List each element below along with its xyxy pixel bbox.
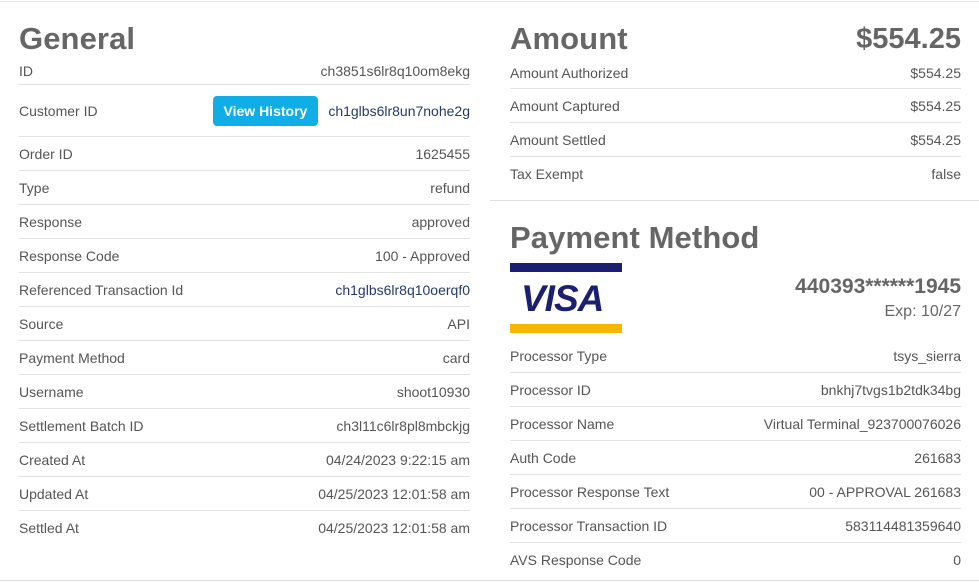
- row-type: Type refund: [19, 171, 470, 205]
- row-referenced-transaction: Referenced Transaction Id ch1glbs6lr8q10…: [19, 273, 470, 307]
- row-value: Virtual Terminal_923700076026: [763, 415, 961, 432]
- payment-method-title: Payment Method: [510, 220, 760, 255]
- section-divider: [490, 200, 979, 201]
- row-label: Response Code: [19, 247, 120, 264]
- payment-method-panel: Payment Method VISA 440393******1945 Exp…: [510, 219, 961, 577]
- payment-rows: Processor Type tsys_sierra Processor ID …: [510, 339, 961, 577]
- row-label: Processor Type: [510, 347, 608, 364]
- row-response-code: Response Code 100 - Approved: [19, 239, 470, 273]
- row-created-at: Created At 04/24/2023 9:22:15 am: [19, 443, 470, 477]
- row-payment-method: Payment Method card: [19, 341, 470, 375]
- row-processor-name: Processor Name Virtual Terminal_92370007…: [510, 407, 961, 441]
- row-value: ch3l11c6lr8pl8mbckjg: [336, 417, 470, 434]
- row-username: Username shoot10930: [19, 375, 470, 409]
- row-value: $554.25: [910, 131, 961, 148]
- row-amount-captured: Amount Captured $554.25: [510, 89, 961, 123]
- row-value: shoot10930: [396, 383, 470, 400]
- row-source: Source API: [19, 307, 470, 341]
- row-label: Processor ID: [510, 381, 591, 398]
- row-label: Payment Method: [19, 349, 125, 366]
- row-label: ID: [19, 63, 33, 79]
- row-tax-exempt: Tax Exempt false: [510, 157, 961, 191]
- row-processor-id: Processor ID bnkhj7tvgs1b2tdk34bg: [510, 373, 961, 407]
- general-panel: General ID ch3851s6lr8q10om8ekg Customer…: [19, 20, 470, 545]
- customer-id-group: View History ch1glbs6lr8un7nohe2g: [212, 95, 470, 126]
- row-value: 100 - Approved: [375, 247, 470, 264]
- row-label: Type: [19, 179, 50, 196]
- row-order-id: Order ID 1625455: [19, 137, 470, 171]
- visa-stripe-bottom: [510, 324, 622, 333]
- row-settled-at: Settled At 04/25/2023 12:01:58 am: [19, 511, 470, 545]
- general-title: General: [19, 21, 136, 56]
- row-value: tsys_sierra: [893, 347, 961, 364]
- row-value: 1625455: [415, 145, 470, 162]
- row-value: 261683: [914, 449, 961, 466]
- row-label: Amount Authorized: [510, 65, 629, 81]
- row-label: Amount Captured: [510, 97, 620, 114]
- row-label: Processor Response Text: [510, 483, 670, 500]
- amount-rows: Amount Authorized $554.25 Amount Capture…: [510, 58, 961, 191]
- row-value: approved: [411, 213, 470, 230]
- row-label: Tax Exempt: [510, 166, 584, 182]
- row-label: Referenced Transaction Id: [19, 281, 184, 298]
- row-label: Amount Settled: [510, 131, 606, 148]
- row-label: Username: [19, 383, 84, 400]
- row-value: bnkhj7tvgs1b2tdk34bg: [820, 381, 961, 398]
- row-value: card: [442, 349, 470, 366]
- visa-brand-text: VISA: [521, 278, 604, 319]
- amount-total: $554.25: [856, 22, 961, 55]
- card-expiry: Exp: 10/27: [884, 303, 962, 320]
- amount-panel: Amount $554.25 Amount Authorized $554.25…: [510, 20, 961, 191]
- row-id: ID ch3851s6lr8q10om8ekg: [19, 58, 470, 85]
- row-processor-type: Processor Type tsys_sierra: [510, 339, 961, 373]
- row-label: Response: [19, 213, 83, 230]
- row-customer-id: Customer ID View History ch1glbs6lr8un7n…: [19, 85, 470, 137]
- amount-title: Amount: [510, 21, 628, 56]
- row-label: Source: [19, 315, 64, 332]
- row-value: 00 - APPROVAL 261683: [809, 483, 961, 500]
- row-label: Updated At: [19, 485, 89, 502]
- row-value: ch3851s6lr8q10om8ekg: [320, 63, 470, 79]
- row-value: false: [931, 166, 961, 182]
- row-value: API: [447, 315, 470, 332]
- general-rows: ID ch3851s6lr8q10om8ekg Customer ID View…: [19, 58, 470, 545]
- card-number: 440393******1945: [795, 275, 961, 298]
- card-summary: VISA 440393******1945 Exp: 10/27: [510, 263, 961, 337]
- row-label: Processor Transaction ID: [510, 517, 668, 534]
- row-updated-at: Updated At 04/25/2023 12:01:58 am: [19, 477, 470, 511]
- row-processor-transaction-id: Processor Transaction ID 583114481359640: [510, 509, 961, 543]
- row-amount-authorized: Amount Authorized $554.25: [510, 58, 961, 89]
- amount-header: Amount $554.25: [510, 20, 961, 58]
- row-label: AVS Response Code: [510, 552, 642, 568]
- referenced-transaction-link[interactable]: ch1glbs6lr8q10oerqf0: [335, 282, 470, 298]
- row-value: 583114481359640: [845, 517, 961, 534]
- view-history-button[interactable]: View History: [212, 95, 319, 126]
- row-value: $554.25: [910, 65, 961, 81]
- visa-card-icon: VISA: [510, 263, 622, 333]
- row-label: Order ID: [19, 145, 73, 162]
- row-label: Customer ID: [19, 102, 98, 119]
- bottom-divider: [0, 580, 979, 581]
- row-label: Auth Code: [510, 449, 577, 466]
- row-value: 0: [953, 552, 961, 568]
- row-value: 04/25/2023 12:01:58 am: [318, 485, 470, 502]
- row-label: Settlement Batch ID: [19, 417, 144, 434]
- row-avs-response-code: AVS Response Code 0: [510, 543, 961, 577]
- customer-id-link[interactable]: ch1glbs6lr8un7nohe2g: [328, 103, 470, 119]
- row-label: Settled At: [19, 520, 79, 536]
- row-label: Processor Name: [510, 415, 615, 432]
- row-amount-settled: Amount Settled $554.25: [510, 123, 961, 157]
- row-value: $554.25: [910, 97, 961, 114]
- row-value: 04/25/2023 12:01:58 am: [318, 520, 470, 536]
- visa-stripe-top: [510, 263, 622, 272]
- row-response: Response approved: [19, 205, 470, 239]
- row-auth-code: Auth Code 261683: [510, 441, 961, 475]
- row-settlement-batch: Settlement Batch ID ch3l11c6lr8pl8mbckjg: [19, 409, 470, 443]
- row-value: refund: [430, 179, 470, 196]
- row-label: Created At: [19, 451, 86, 468]
- row-value: 04/24/2023 9:22:15 am: [325, 451, 470, 468]
- top-divider: [0, 1, 979, 2]
- row-processor-response-text: Processor Response Text 00 - APPROVAL 26…: [510, 475, 961, 509]
